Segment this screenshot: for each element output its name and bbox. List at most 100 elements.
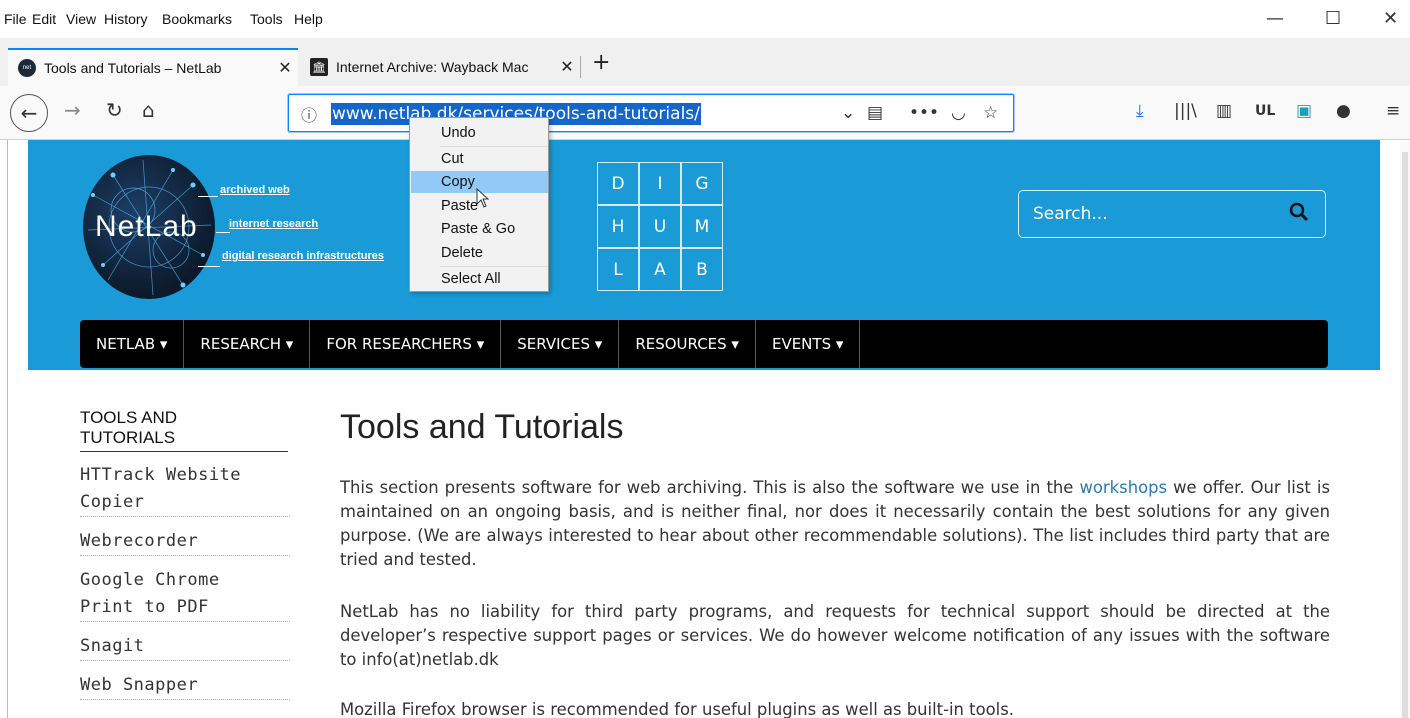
menu-view[interactable]: View: [66, 11, 96, 27]
sidebar-item-label: HTTrack Website: [80, 465, 242, 485]
nav-research[interactable]: RESEARCH ▾: [184, 320, 311, 368]
tagline-internet-research[interactable]: internet research: [229, 218, 318, 230]
sidebar-item-label: Copier: [80, 492, 145, 512]
dighumlab-logo[interactable]: D I G H U M L A B: [597, 162, 723, 292]
tagline-archived-web[interactable]: archived web: [220, 184, 290, 196]
scrollbar-thumb[interactable]: [1402, 152, 1408, 718]
tab-netlab[interactable]: net Tools and Tutorials – NetLab ✕: [8, 48, 298, 86]
sidebar-item-httrack[interactable]: HTTrack Website Copier: [80, 462, 290, 517]
internet-archive-icon: 🏛: [310, 58, 328, 76]
sidebar-icon[interactable]: ▥: [1216, 101, 1232, 121]
mouse-cursor-icon: [476, 188, 490, 208]
new-tab-button[interactable]: +: [592, 50, 610, 75]
dighum-cell: A: [639, 248, 681, 291]
menu-separator: [440, 146, 548, 147]
page-actions-icon[interactable]: •••: [909, 103, 939, 123]
nav-for-researchers[interactable]: FOR RESEARCHERS ▾: [310, 320, 502, 368]
context-cut[interactable]: Cut: [411, 148, 548, 170]
tab-title: Internet Archive: Wayback Mac: [336, 59, 529, 75]
sidebar-item-webrecorder[interactable]: Webrecorder: [80, 528, 290, 556]
sidebar-title: TOOLS AND TUTORIALS: [80, 408, 288, 452]
context-paste-and-go[interactable]: Paste & Go: [411, 218, 548, 240]
sidebar-item-chrome-pdf[interactable]: Google Chrome Print to PDF: [80, 567, 290, 622]
web-page: NetLab archived web internet research di…: [0, 140, 1410, 718]
library-icon[interactable]: |||\: [1174, 101, 1197, 121]
url-bar[interactable]: ⓘ www.netlab.dk/services/tools-and-tutor…: [288, 94, 1014, 132]
window-border: [7, 140, 8, 718]
logo-text: NetLab: [95, 210, 198, 243]
menu-edit[interactable]: Edit: [32, 11, 56, 27]
menu-tools[interactable]: Tools: [250, 11, 283, 27]
nav-resources[interactable]: RESOURCES ▾: [619, 320, 756, 368]
menu-help[interactable]: Help: [294, 11, 323, 27]
dighum-cell: M: [681, 205, 723, 248]
reload-button[interactable]: ↻: [106, 98, 123, 122]
menu-history[interactable]: History: [104, 11, 148, 27]
intro-paragraph: This section presents software for web a…: [340, 476, 1330, 572]
save-extension-icon[interactable]: ▣: [1296, 101, 1312, 121]
close-tab-icon[interactable]: ✕: [554, 57, 580, 77]
context-undo[interactable]: Undo: [411, 122, 548, 144]
paragraph-text: This section presents software for web a…: [340, 478, 1080, 497]
search-placeholder: Search...: [1033, 204, 1108, 224]
dighum-cell: L: [597, 248, 639, 291]
tab-wayback[interactable]: 🏛 Internet Archive: Wayback Mac ✕: [300, 48, 580, 86]
dighum-cell: H: [597, 205, 639, 248]
nav-events[interactable]: EVENTS ▾: [756, 320, 861, 368]
netlab-logo[interactable]: NetLab: [83, 155, 215, 299]
tab-strip: net Tools and Tutorials – NetLab ✕ 🏛 Int…: [0, 38, 1410, 86]
firefox-paragraph: Mozilla Firefox browser is recommended f…: [340, 700, 1014, 718]
main-navigation: NETLAB ▾ RESEARCH ▾ FOR RESEARCHERS ▾ SE…: [80, 320, 1328, 368]
minimize-button[interactable]: —: [1266, 8, 1284, 29]
menu-bookmarks[interactable]: Bookmarks: [162, 11, 232, 27]
sidebar-item-web-snapper[interactable]: Web Snapper: [80, 672, 290, 700]
search-input[interactable]: Search...: [1018, 190, 1326, 238]
back-button[interactable]: ←: [10, 94, 48, 132]
dighum-cell: U: [639, 205, 681, 248]
tagline-digital-research[interactable]: digital research infrastructures: [222, 250, 384, 262]
maximize-button[interactable]: ☐: [1325, 8, 1341, 29]
scrollbar[interactable]: [1400, 140, 1410, 718]
site-info-icon[interactable]: ⓘ: [301, 102, 317, 126]
nav-services[interactable]: SERVICES ▾: [501, 320, 620, 368]
sidebar-item-snagit[interactable]: Snagit: [80, 633, 290, 661]
context-delete[interactable]: Delete: [411, 242, 548, 264]
tab-separator: [580, 56, 581, 78]
pocket-icon[interactable]: ◡: [951, 103, 966, 123]
search-icon[interactable]: [1289, 202, 1309, 227]
netlab-favicon-icon: net: [18, 59, 36, 77]
site-header: NetLab archived web internet research di…: [28, 140, 1380, 370]
dighum-cell: I: [639, 162, 681, 205]
chevron-down-icon[interactable]: ⌄: [841, 103, 855, 123]
close-window-button[interactable]: ✕: [1383, 8, 1398, 29]
menu-file[interactable]: File: [4, 11, 27, 27]
downloads-icon[interactable]: ⤓: [1136, 101, 1144, 121]
tagline-connector: [216, 232, 230, 233]
menu-hamburger-icon[interactable]: ≡: [1386, 101, 1400, 121]
nav-netlab[interactable]: NETLAB ▾: [80, 320, 185, 368]
sidebar-title-line: TUTORIALS: [80, 428, 176, 447]
home-button[interactable]: ⌂: [142, 98, 155, 122]
extension-icon[interactable]: ●: [1336, 101, 1351, 121]
context-select-all[interactable]: Select All: [411, 268, 548, 290]
page-title: Tools and Tutorials: [340, 408, 624, 446]
menu-separator: [440, 266, 548, 267]
reader-view-icon[interactable]: ▤: [867, 103, 883, 123]
workshops-link[interactable]: workshops: [1079, 478, 1167, 497]
tagline-connector: [198, 196, 218, 197]
ul-extension-icon[interactable]: UL: [1255, 103, 1275, 119]
dighum-cell: G: [681, 162, 723, 205]
forward-button[interactable]: →: [64, 98, 81, 122]
tagline-connector: [198, 266, 220, 267]
sidebar-title-line: TOOLS AND: [80, 408, 177, 427]
navigation-toolbar: ← → ↻ ⌂ ⓘ www.netlab.dk/services/tools-a…: [0, 86, 1410, 140]
dighum-cell: D: [597, 162, 639, 205]
sidebar-item-label: Print to PDF: [80, 597, 209, 617]
dighum-cell: B: [681, 248, 723, 291]
sidebar-item-label: Google Chrome: [80, 570, 220, 590]
back-arrow-icon: ←: [20, 101, 38, 125]
liability-paragraph: NetLab has no liability for third party …: [340, 602, 1330, 669]
tab-title: Tools and Tutorials – NetLab: [44, 60, 222, 76]
close-tab-icon[interactable]: ✕: [272, 58, 298, 78]
bookmark-star-icon[interactable]: ☆: [983, 103, 998, 123]
